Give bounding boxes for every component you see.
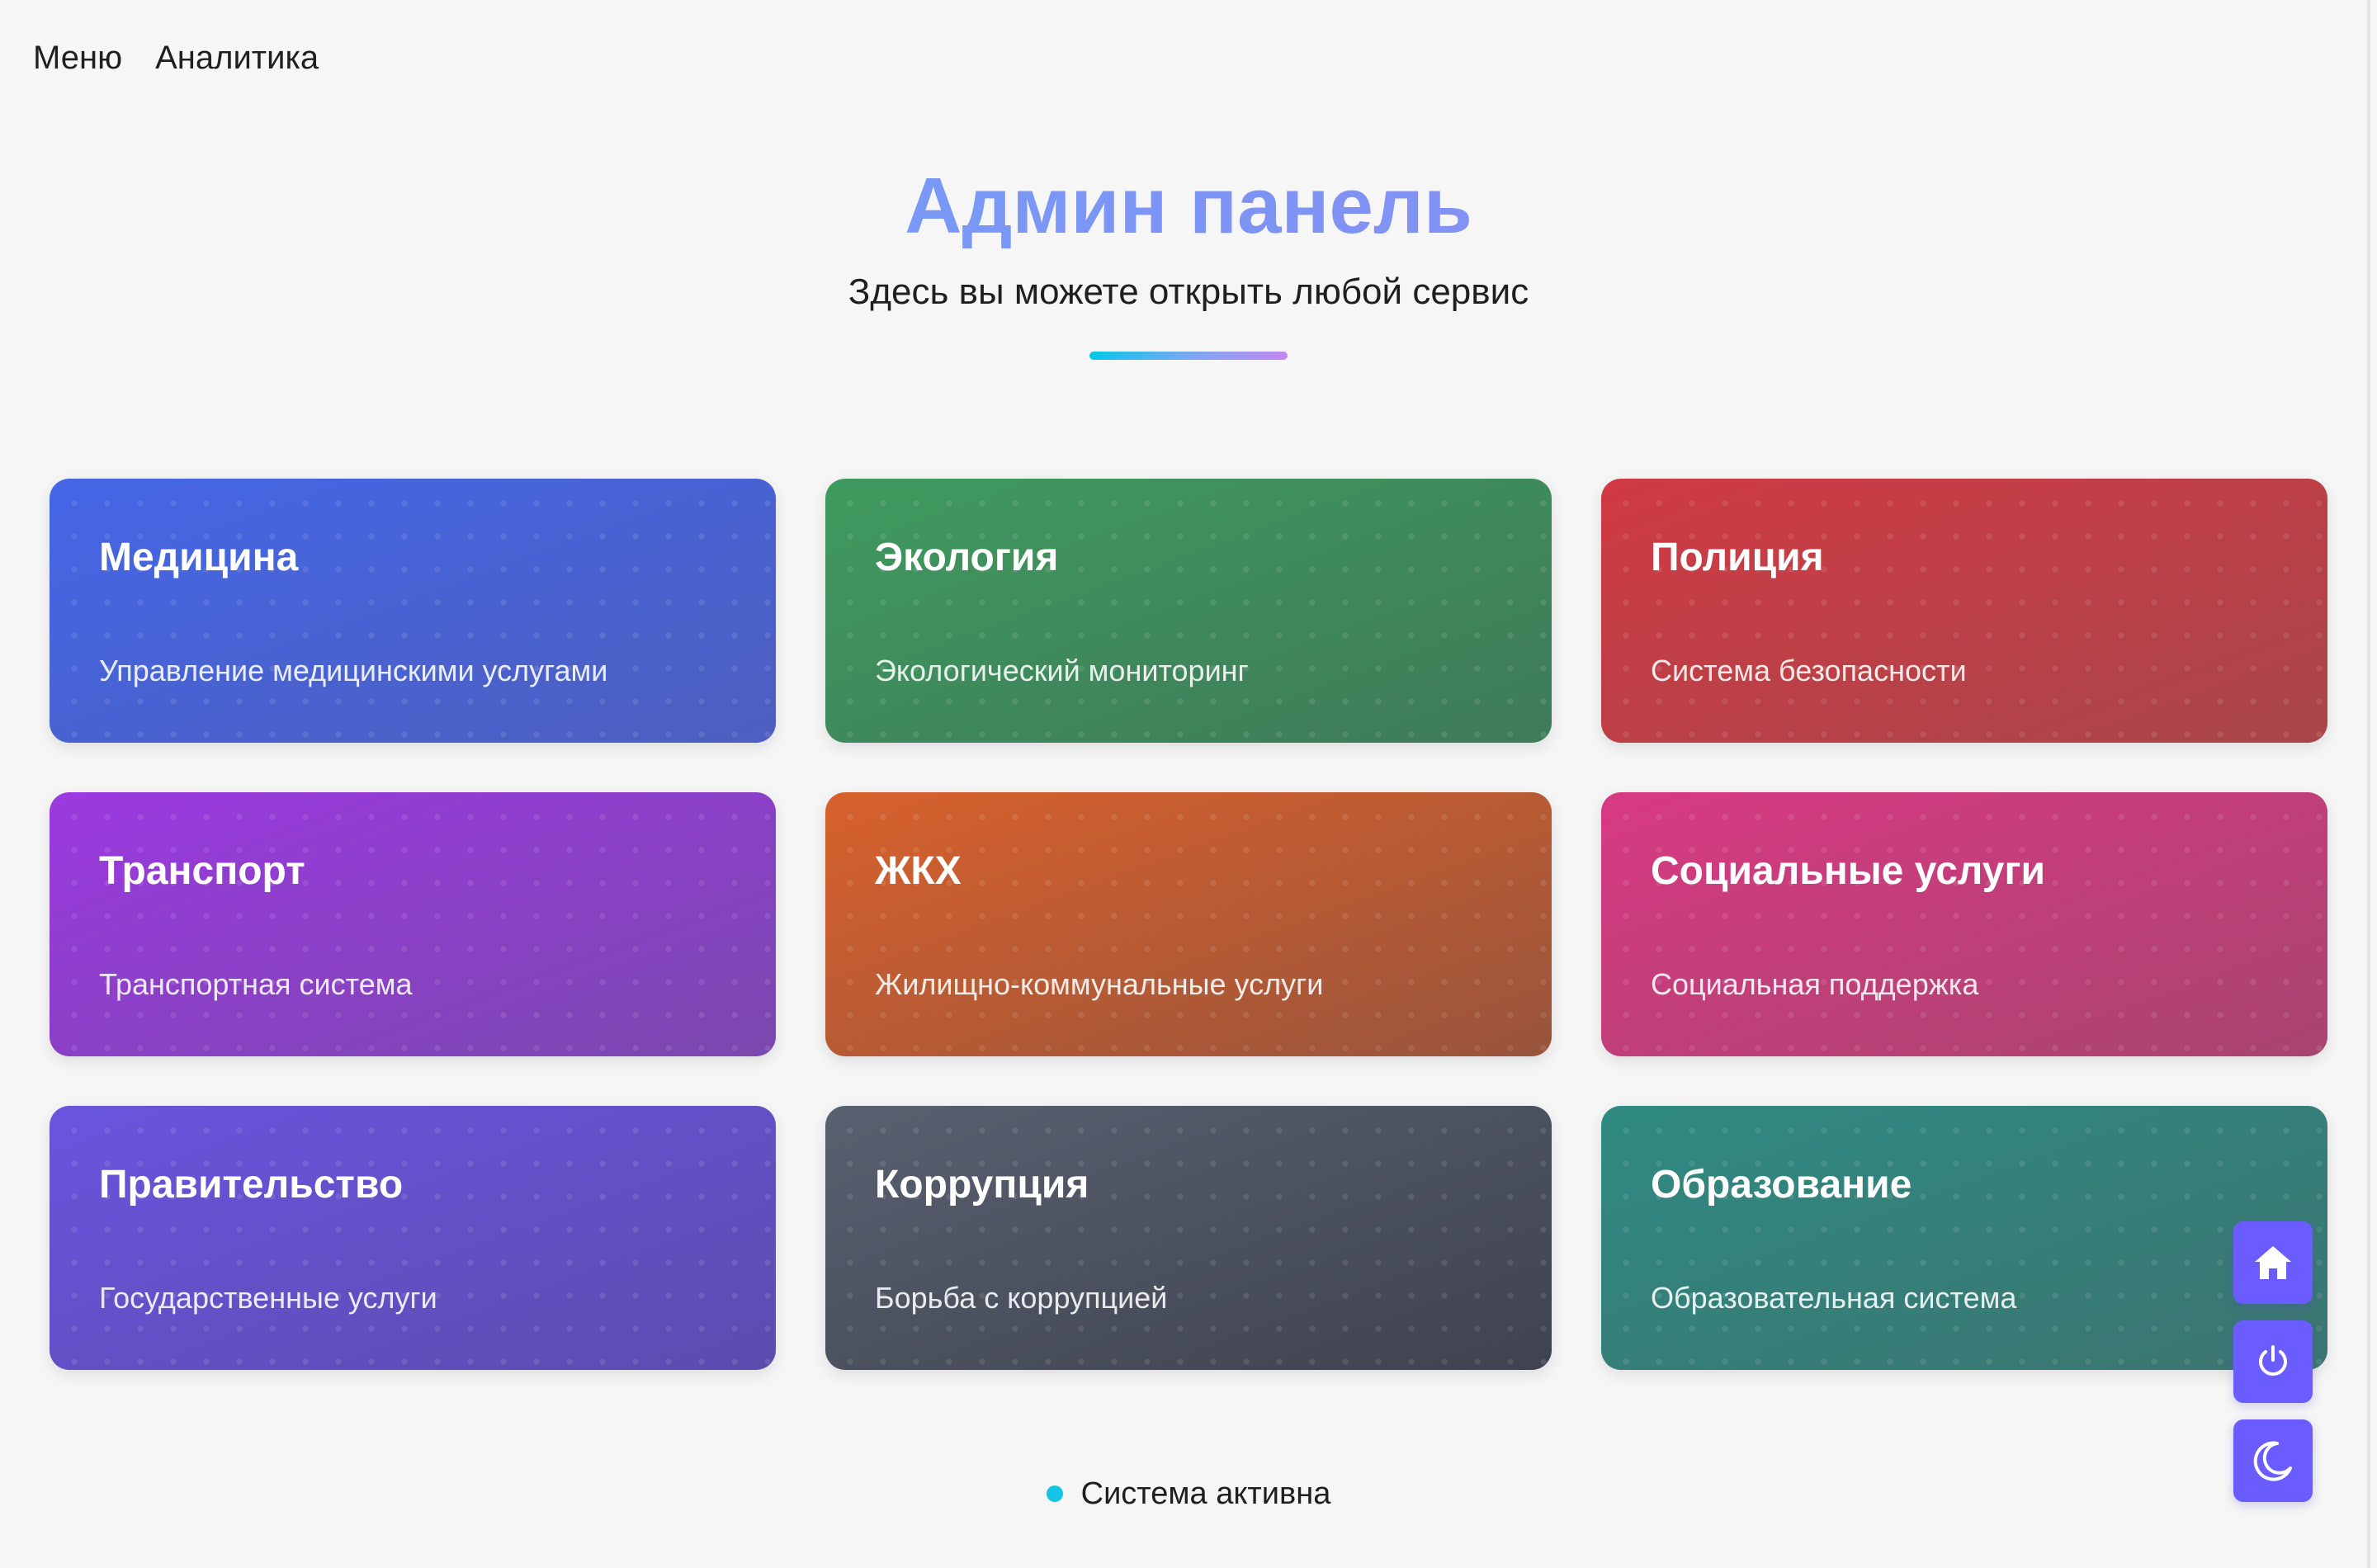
service-card-description: Борьба с коррупцией: [875, 1281, 1168, 1315]
page-title: Админ панель: [0, 162, 2377, 251]
service-card-social[interactable]: Социальные услуги Социальная поддержка: [1601, 792, 2327, 1056]
service-card-description: Жилищно-коммунальные услуги: [875, 967, 1324, 1001]
service-card-description: Управление медицинскими услугами: [99, 654, 608, 687]
moon-icon: [2251, 1438, 2295, 1483]
service-card-title: Образование: [1651, 1163, 1912, 1207]
service-card-title: ЖКХ: [875, 849, 962, 893]
service-card-housing[interactable]: ЖКХ Жилищно-коммунальные услуги: [825, 792, 1552, 1056]
system-status: Система активна: [0, 1474, 2377, 1514]
service-card-ecology[interactable]: Экология Экологический мониторинг: [825, 479, 1552, 743]
page-subtitle: Здесь вы можете открыть любой сервис: [848, 272, 1529, 312]
nav-menu-link[interactable]: Меню: [33, 36, 122, 79]
home-button[interactable]: [2233, 1221, 2313, 1304]
service-card-description: Образовательная система: [1651, 1281, 2017, 1315]
status-indicator-dot: [1046, 1485, 1063, 1502]
theme-toggle-button[interactable]: [2233, 1419, 2313, 1502]
power-button[interactable]: [2233, 1320, 2313, 1403]
floating-action-stack: [2233, 1221, 2313, 1502]
service-card-description: Транспортная система: [99, 967, 413, 1001]
status-label: Система активна: [1080, 1476, 1331, 1511]
service-card-title: Коррупция: [875, 1163, 1089, 1207]
service-card-title: Транспорт: [99, 849, 305, 893]
hero: Админ панель Здесь вы можете открыть люб…: [0, 162, 2377, 360]
service-card-description: Государственные услуги: [99, 1281, 437, 1315]
service-card-medicine[interactable]: Медицина Управление медицинскими услугам…: [50, 479, 776, 743]
title-divider: [1089, 352, 1288, 360]
top-nav: Меню Аналитика: [33, 36, 319, 79]
service-card-description: Экологический мониторинг: [875, 654, 1249, 687]
service-card-title: Социальные услуги: [1651, 849, 2045, 893]
power-icon: [2255, 1344, 2291, 1380]
service-card-transport[interactable]: Транспорт Транспортная система: [50, 792, 776, 1056]
service-card-police[interactable]: Полиция Система безопасности: [1601, 479, 2327, 743]
services-grid: Медицина Управление медицинскими услугам…: [50, 479, 2327, 1370]
service-card-corruption[interactable]: Коррупция Борьба с коррупцией: [825, 1106, 1552, 1370]
nav-analytics-link[interactable]: Аналитика: [155, 36, 319, 79]
service-card-title: Правительство: [99, 1163, 404, 1207]
service-card-education[interactable]: Образование Образовательная система: [1601, 1106, 2327, 1370]
service-card-title: Полиция: [1651, 536, 1824, 579]
home-icon: [2252, 1244, 2294, 1282]
service-card-government[interactable]: Правительство Государственные услуги: [50, 1106, 776, 1370]
service-card-title: Медицина: [99, 536, 299, 579]
service-card-description: Система безопасности: [1651, 654, 1967, 687]
service-card-description: Социальная поддержка: [1651, 967, 1979, 1001]
service-card-title: Экология: [875, 536, 1059, 579]
